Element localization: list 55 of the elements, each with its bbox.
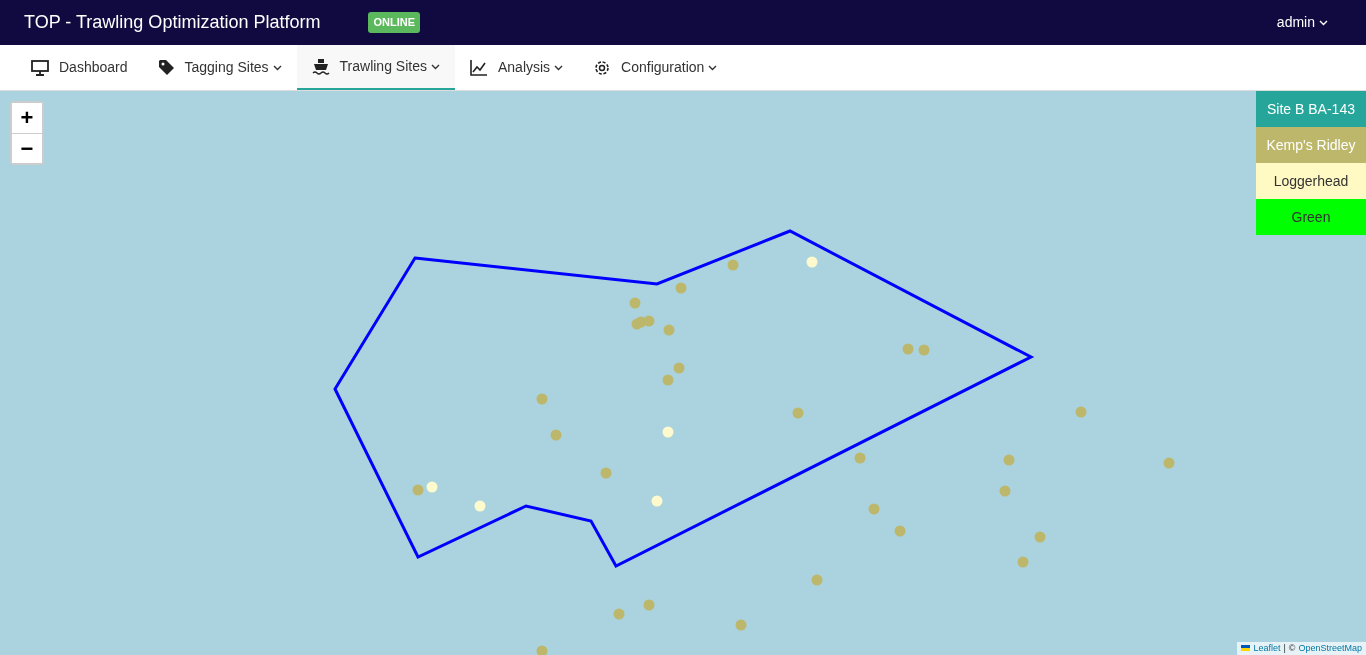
line-chart-icon [469,59,488,76]
settings-icon [593,58,612,77]
map-marker[interactable] [727,259,739,271]
map-marker[interactable] [1017,556,1029,568]
app-title: TOP - Trawling Optimization Platform [24,11,321,34]
legend-item: Kemp's Ridley [1256,127,1366,163]
map-marker[interactable] [550,429,562,441]
map-marker[interactable] [918,344,930,356]
map-marker[interactable] [811,574,823,586]
map-marker[interactable] [673,362,685,374]
attribution-separator: | [1283,641,1286,655]
map-marker[interactable] [662,374,674,386]
map-marker[interactable] [600,467,612,479]
map-marker[interactable] [412,484,424,496]
map-marker[interactable] [643,315,655,327]
map-marker[interactable] [536,393,548,405]
status-badge: ONLINE [368,12,420,33]
copyright-text: © [1288,641,1296,655]
site-boundary[interactable] [333,229,1035,568]
map-marker[interactable] [662,426,674,438]
user-menu[interactable]: admin [1270,11,1334,34]
map-marker[interactable] [902,343,914,355]
monitor-icon [31,59,49,76]
map-marker[interactable] [474,500,486,512]
map-marker[interactable] [1075,406,1087,418]
map-marker[interactable] [536,645,548,655]
legend-item: Loggerhead [1256,163,1366,199]
map-marker[interactable] [735,619,747,631]
map-marker[interactable] [663,324,675,336]
map-marker[interactable] [426,481,438,493]
osm-link[interactable]: OpenStreetMap [1298,641,1362,655]
map-marker[interactable] [1163,457,1175,469]
caret-icon [1319,19,1328,26]
map-marker[interactable] [868,503,880,515]
zoom-out-button[interactable]: − [12,133,42,163]
map-marker[interactable] [1003,454,1015,466]
map-marker[interactable] [792,407,804,419]
legend-item: Site B BA-143 [1256,91,1366,127]
map-marker[interactable] [999,485,1011,497]
flag-icon [1241,645,1251,652]
map-marker[interactable] [613,608,625,620]
boat-icon [311,58,330,75]
tag-icon [157,59,175,76]
map-marker[interactable] [651,495,663,507]
map-marker[interactable] [894,525,906,537]
leaflet-link[interactable]: Leaflet [1253,641,1281,655]
map-marker[interactable] [643,599,655,611]
map[interactable]: + − Site B BA-143 Kemp's Ridley Loggerhead Green Leaflet | © OpenStreetMap [0,91,1366,655]
map-marker[interactable] [675,282,687,294]
legend-item: Green [1256,199,1366,235]
map-marker[interactable] [629,297,641,309]
map-marker[interactable] [806,256,818,268]
map-marker[interactable] [854,452,866,464]
nav-tab[interactable]: Trawling Sites [296,45,455,90]
map-marker[interactable] [1034,531,1046,543]
